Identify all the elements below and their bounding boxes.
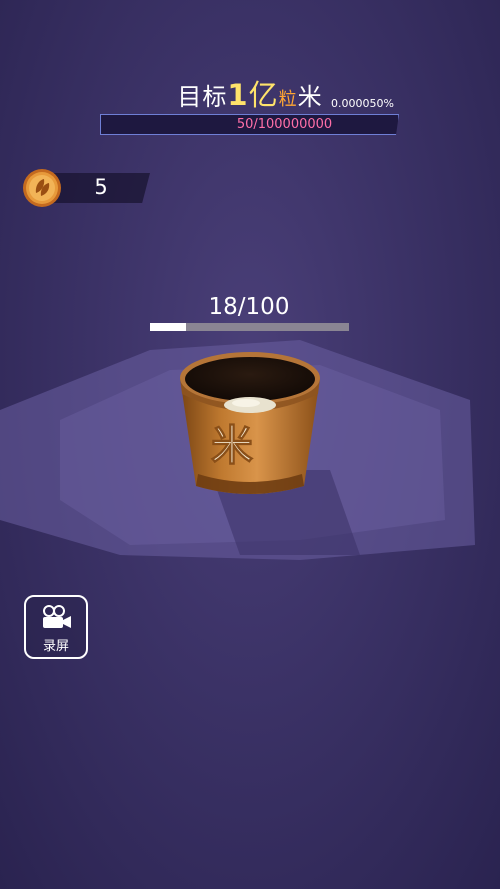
record-screen-button[interactable]: 录屏 xyxy=(24,595,88,659)
goal-prefix: 目标 xyxy=(177,83,228,111)
coin-count: 5 xyxy=(94,175,108,199)
goal-unit-big: 亿 xyxy=(248,78,279,112)
goal-progress-bar: 50/100000000 xyxy=(100,114,399,135)
bucket-progress-fill xyxy=(150,323,186,331)
goal-title: 目标1亿粒米 xyxy=(0,72,500,114)
bucket-label: 米 xyxy=(211,421,253,470)
goal-unit-grain: 粒 xyxy=(278,89,298,110)
rice-bucket[interactable]: 米 xyxy=(170,350,330,510)
record-label: 录屏 xyxy=(42,639,69,654)
goal-progress-text: 50/100000000 xyxy=(236,117,333,132)
goal-suffix: 米 xyxy=(297,83,323,111)
goal-number: 1 xyxy=(227,78,249,112)
camera-icon xyxy=(43,605,71,628)
bucket-progress-bar xyxy=(150,323,349,331)
goal-percent: 0.000050% xyxy=(331,97,394,110)
coin-seed-icon xyxy=(23,169,61,207)
bucket-progress-text: 18/100 xyxy=(208,294,290,320)
